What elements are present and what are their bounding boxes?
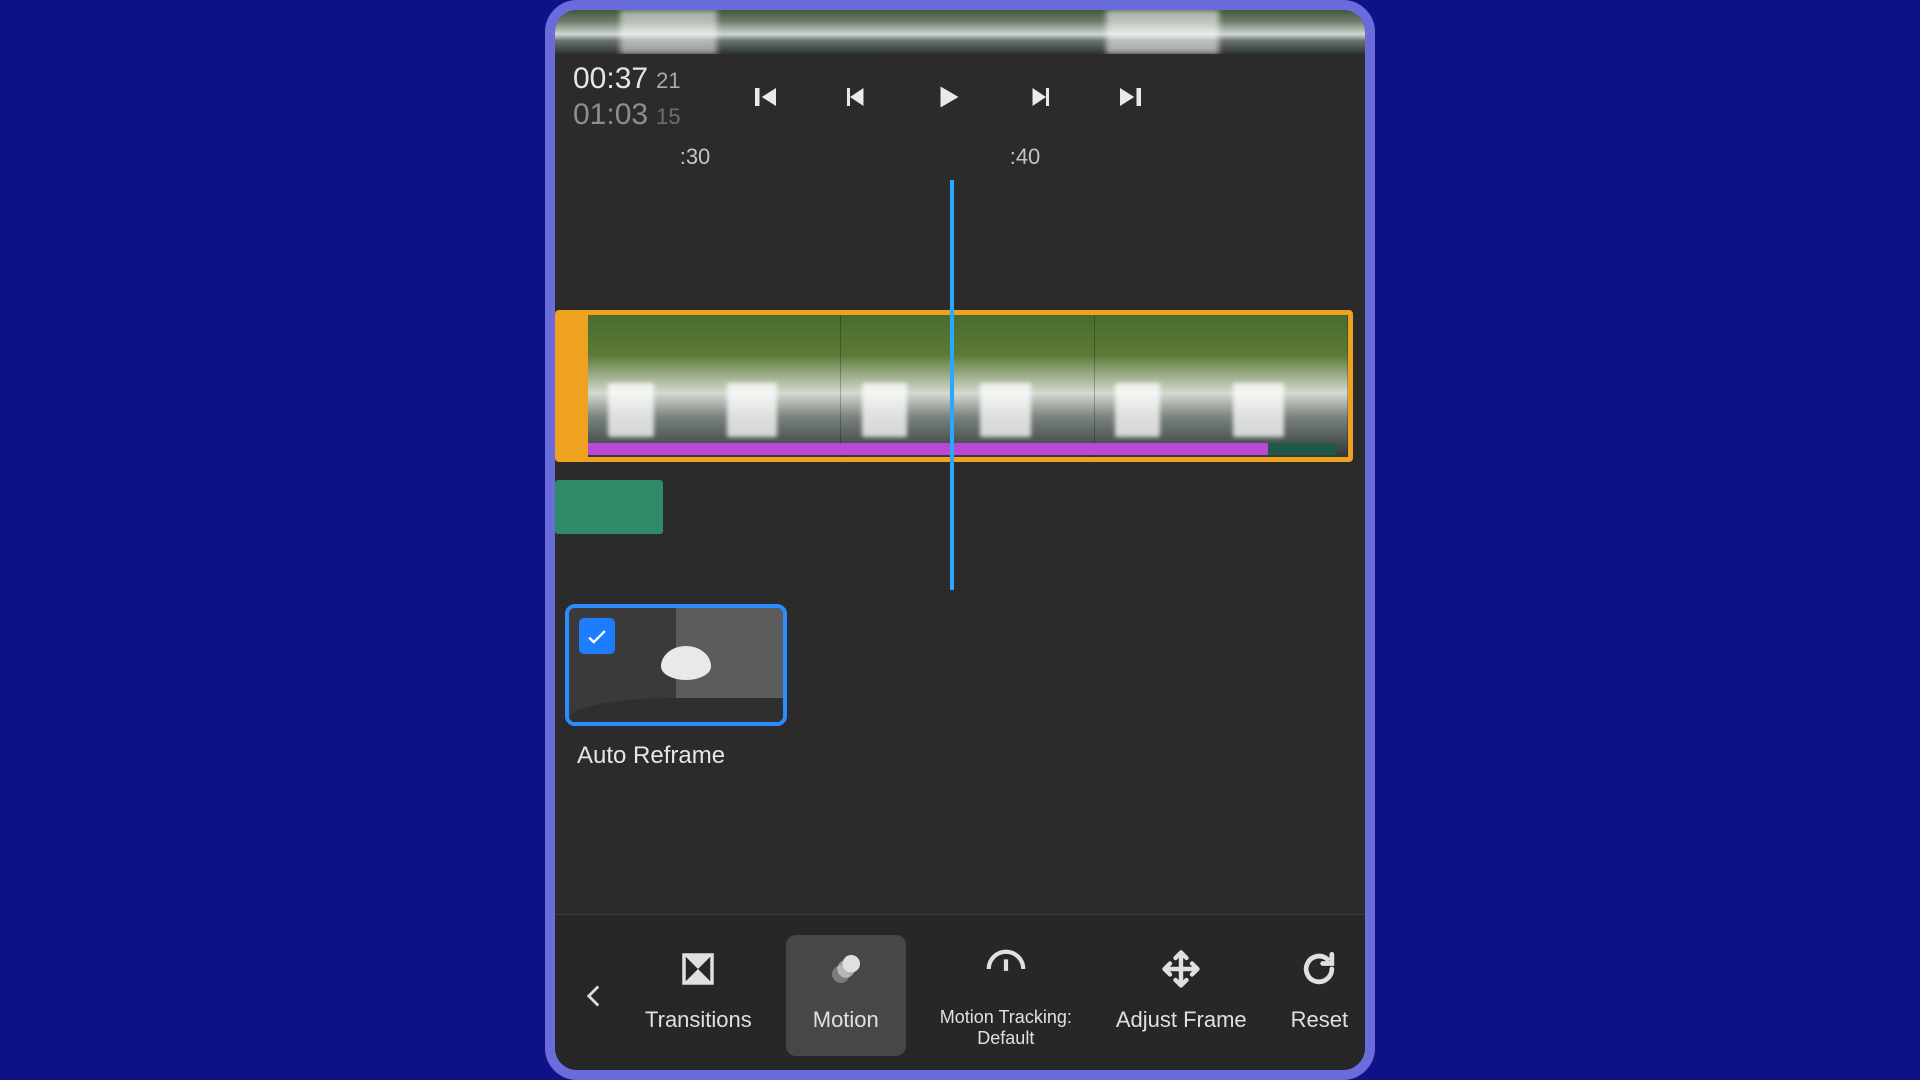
timeline[interactable]: [555, 180, 1365, 590]
playback-bar: 00:37 21 01:03 15: [555, 54, 1365, 138]
adjust-frame-tool[interactable]: Adjust Frame: [1106, 935, 1257, 1056]
adjust-frame-icon: [1153, 941, 1209, 997]
transitions-tool[interactable]: Transitions: [635, 935, 762, 1056]
ruler-mark-40: :40: [1010, 144, 1041, 170]
step-back-button[interactable]: [835, 76, 877, 118]
clip-audio-tail: [1268, 443, 1336, 455]
motion-icon: [818, 941, 874, 997]
motion-tracking-label: Motion Tracking: Default: [940, 1007, 1072, 1048]
motion-tracking-icon: [978, 941, 1034, 997]
effect-options: Auto Reframe: [555, 590, 1365, 786]
playhead[interactable]: [950, 180, 954, 590]
motion-tool[interactable]: Motion: [786, 935, 906, 1056]
back-button[interactable]: [555, 921, 635, 1070]
bottom-toolbar: Transitions Motion Motion Tracking: Defa…: [555, 914, 1365, 1070]
current-frames: 21: [656, 68, 680, 94]
video-clip[interactable]: [555, 310, 1353, 462]
clip-thumbnail: [1095, 315, 1348, 457]
clip-thumbnail: [841, 315, 1094, 457]
playback-controls: [743, 76, 1153, 118]
play-button[interactable]: [927, 76, 969, 118]
reset-icon: [1291, 941, 1347, 997]
audio-clip[interactable]: [555, 480, 663, 534]
auto-reframe-option[interactable]: [565, 604, 787, 726]
step-forward-button[interactable]: [1019, 76, 1061, 118]
adjust-frame-label: Adjust Frame: [1116, 1007, 1247, 1033]
reset-label: Reset: [1291, 1007, 1348, 1033]
reset-tool[interactable]: Reset: [1281, 935, 1358, 1056]
timecodes: 00:37 21 01:03 15: [573, 62, 693, 132]
ruler-mark-30: :30: [680, 144, 711, 170]
clip-audio-bar: [588, 443, 1268, 455]
motion-tracking-tool[interactable]: Motion Tracking: Default: [930, 935, 1082, 1056]
auto-reframe-label: Auto Reframe: [565, 742, 1355, 770]
video-preview[interactable]: [555, 10, 1365, 54]
total-frames: 15: [656, 104, 680, 130]
transitions-label: Transitions: [645, 1007, 752, 1033]
current-time: 00:37: [573, 62, 648, 96]
phone-frame: 00:37 21 01:03 15: [545, 0, 1375, 1080]
transitions-icon: [670, 941, 726, 997]
timeline-ruler[interactable]: :30 :40: [555, 138, 1365, 180]
checkmark-icon: [579, 618, 615, 654]
motion-label: Motion: [813, 1007, 879, 1033]
skip-start-button[interactable]: [743, 76, 785, 118]
clip-thumbnail: [588, 315, 841, 457]
skip-end-button[interactable]: [1111, 76, 1153, 118]
total-time: 01:03: [573, 98, 648, 132]
cloud-icon: [661, 646, 711, 680]
